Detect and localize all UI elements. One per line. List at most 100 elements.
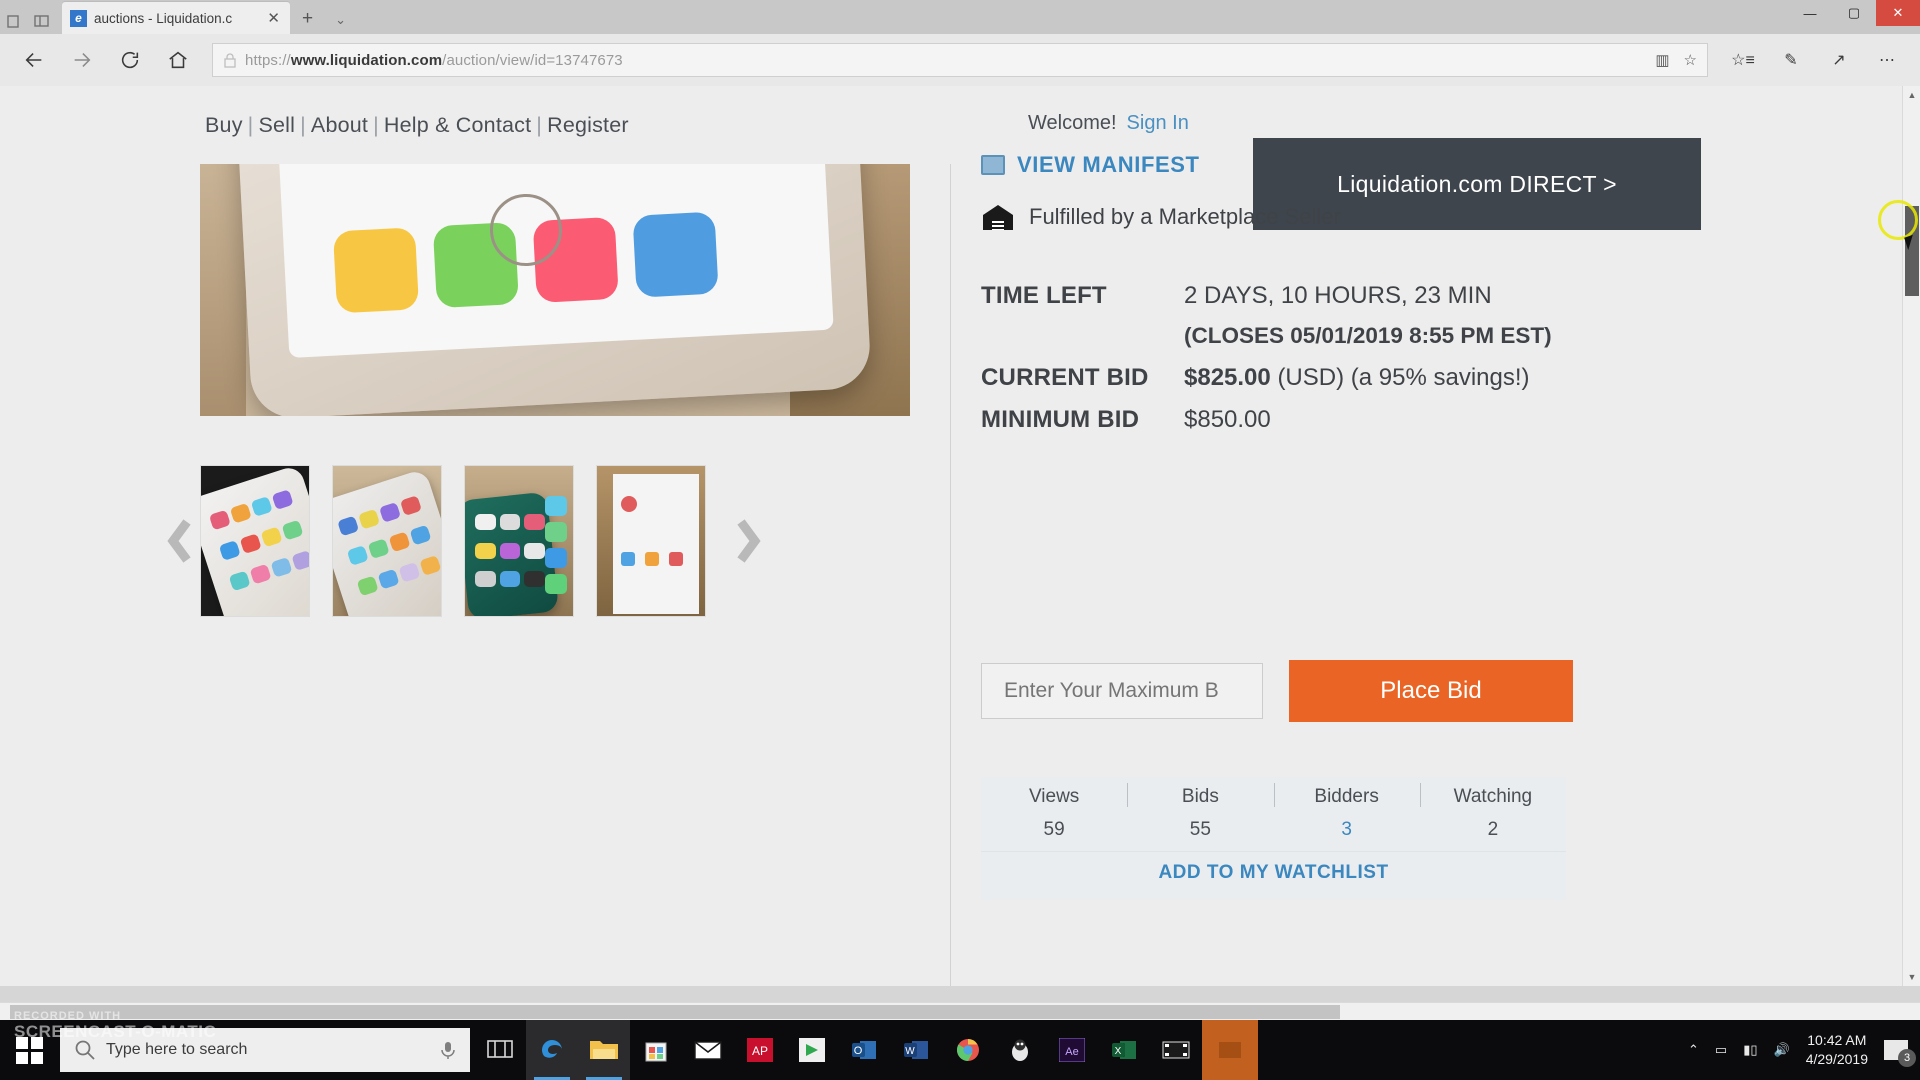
tray-battery-icon[interactable]: ▭ [1715,1042,1727,1058]
thumbnail-item[interactable] [200,465,310,617]
favorite-star-icon[interactable]: ☆ [1684,51,1697,69]
nav-item-about[interactable]: About [311,113,368,137]
microphone-icon[interactable] [440,1040,456,1060]
thumbnail-item[interactable] [596,465,706,617]
taskbar-icon-green-app[interactable] [786,1020,838,1080]
screencast-watermark: Recorded with Screencast-O-Matic [14,1010,216,1042]
lock-icon [224,53,236,68]
thumbnail-item[interactable] [332,465,442,617]
taskbar-clock[interactable]: 10:42 AM 4/29/2019 [1806,1031,1868,1069]
stats-value-views: 59 [1043,819,1065,840]
tab-list-chevron-down-icon[interactable]: ⌄ [335,12,346,34]
tab-close-icon[interactable]: ✕ [265,9,282,27]
scroll-up-arrow-icon[interactable]: ▲ [1903,86,1920,104]
tray-network-icon[interactable]: ▮▯ [1743,1042,1757,1058]
taskbar-icon-excel[interactable]: X [1098,1020,1150,1080]
scroll-down-arrow-icon[interactable]: ▼ [1903,968,1920,986]
tray-overflow-icon[interactable]: ⌃ [1688,1042,1699,1058]
tab-favicon-icon: e [70,9,87,27]
sign-in-link[interactable]: Sign In [1127,112,1189,134]
taskbar-icon-file-explorer[interactable] [578,1020,630,1080]
taskbar-icon-microsoft-store[interactable] [630,1020,682,1080]
new-tab-button[interactable]: + [302,8,313,34]
web-notes-icon[interactable]: ✎ [1770,40,1812,80]
tray-volume-icon[interactable]: 🔊 [1774,1042,1790,1058]
hero-bg-left [200,164,246,416]
action-center-icon[interactable]: 3 [1884,1040,1916,1067]
nav-sep-1: | [247,112,254,137]
favorites-hub-icon[interactable]: ☆≡ [1722,40,1764,80]
taskbar-icon-after-effects[interactable]: Ae [1046,1020,1098,1080]
taskbar-icon-outlook[interactable]: O [838,1020,890,1080]
refresh-icon[interactable] [108,40,152,80]
hero-product-image[interactable] [200,164,910,416]
windows-taskbar: Type here to search AP O W Ae X ⌃ ▭ ▮▯ 🔊… [0,1020,1920,1080]
fulfilled-by-row: Fulfilled by a Marketplace Seller [981,202,1750,232]
web-page-content: Buy | Sell | About | Help & Contact | Register W… [0,86,1920,986]
welcome-text: Welcome! [1028,112,1117,134]
window-close-button[interactable]: ✕ [1876,0,1920,26]
taskbar-search-placeholder: Type here to search [106,1041,248,1058]
reading-view-icon[interactable]: ▥ [1655,51,1669,69]
taskbar-app-icons: AP O W Ae X [474,1020,1258,1080]
taskbar-icon-tux-app[interactable] [994,1020,1046,1080]
more-options-icon[interactable]: ⋯ [1866,40,1908,80]
browser-tab[interactable]: e auctions - Liquidation.c ✕ [62,2,290,34]
page-horizontal-scrollbar[interactable] [0,1002,1920,1020]
window-controls: — ▢ ✕ [1788,0,1920,26]
window-split-icon[interactable] [28,8,56,34]
stats-header-watching: Watching [1419,777,1566,817]
auction-info-table: TIME LEFT 2 DAYS, 10 HOURS, 23 MIN (CLOS… [981,276,1750,440]
clock-time: 10:42 AM [1807,1032,1867,1049]
taskbar-icon-task-view[interactable] [474,1020,526,1080]
home-icon[interactable] [156,40,200,80]
browser-navbar: https://www.liquidation.com/auction/view… [0,34,1920,86]
clock-date: 4/29/2019 [1805,1051,1868,1067]
window-minimize-button[interactable]: — [1788,0,1832,26]
forward-icon[interactable] [60,40,104,80]
taskbar-icon-movie-maker[interactable] [1150,1020,1202,1080]
nav-item-help-contact[interactable]: Help & Contact [384,113,531,137]
svg-text:AP: AP [752,1044,768,1058]
thumbnail-item[interactable] [464,465,574,617]
nav-sep-2: | [300,112,306,137]
browser-window: e auctions - Liquidation.c ✕ + ⌄ — ▢ ✕ h… [0,0,1920,1020]
current-bid-values: $825.00 (USD) (a 95% savings!) [1184,358,1750,398]
svg-text:X: X [1115,1046,1122,1057]
nav-item-buy[interactable]: Buy [205,113,243,137]
window-maximize-button[interactable]: ▢ [1832,0,1876,26]
address-bar[interactable]: https://www.liquidation.com/auction/view… [212,43,1708,77]
nav-item-sell[interactable]: Sell [258,113,295,137]
taskbar-icon-orange-app[interactable] [1202,1020,1258,1080]
system-tray: ⌃ ▭ ▮▯ 🔊 10:42 AM 4/29/2019 3 [1688,1031,1920,1069]
view-manifest-link[interactable]: VIEW MANIFEST [981,152,1750,178]
stats-value-row: 59 55 3 2 [981,817,1566,851]
tab-title: auctions - Liquidation.c [94,10,233,26]
window-restore-icon[interactable] [0,8,28,34]
browser-toolbar-right: ☆≡ ✎ ↗ ⋯ [1718,40,1908,80]
minimum-bid-label: MINIMUM BID [981,406,1140,433]
taskbar-icon-ap-news[interactable]: AP [734,1020,786,1080]
minimum-bid-row: MINIMUM BID $850.00 [981,400,1750,440]
nav-item-register[interactable]: Register [547,113,629,137]
add-to-watchlist-link[interactable]: ADD TO MY WATCHLIST [981,851,1566,900]
taskbar-icon-mail[interactable] [682,1020,734,1080]
search-icon [75,1040,95,1060]
carousel-next-arrow-icon[interactable] [728,511,768,571]
current-bid-amount: $825.00 [1184,364,1271,391]
welcome-area: Welcome! Sign In [1028,112,1189,135]
max-bid-input[interactable] [981,663,1263,719]
warehouse-icon [983,205,1013,230]
carousel-prev-arrow-icon[interactable] [160,511,200,571]
current-bid-row: CURRENT BID $825.00 (USD) (a 95% savings… [981,358,1750,398]
stats-value-watching: 2 [1487,819,1499,840]
back-icon[interactable] [12,40,56,80]
stats-value-bidders[interactable]: 3 [1274,817,1420,851]
place-bid-button[interactable]: Place Bid [1289,660,1573,722]
auction-stats: Views Bids Bidders Watching 59 55 3 2 AD… [981,777,1566,900]
share-icon[interactable]: ↗ [1818,40,1860,80]
app-icon-safari [632,211,719,298]
taskbar-icon-edge[interactable] [526,1020,578,1080]
taskbar-icon-word[interactable]: W [890,1020,942,1080]
taskbar-icon-chrome[interactable] [942,1020,994,1080]
